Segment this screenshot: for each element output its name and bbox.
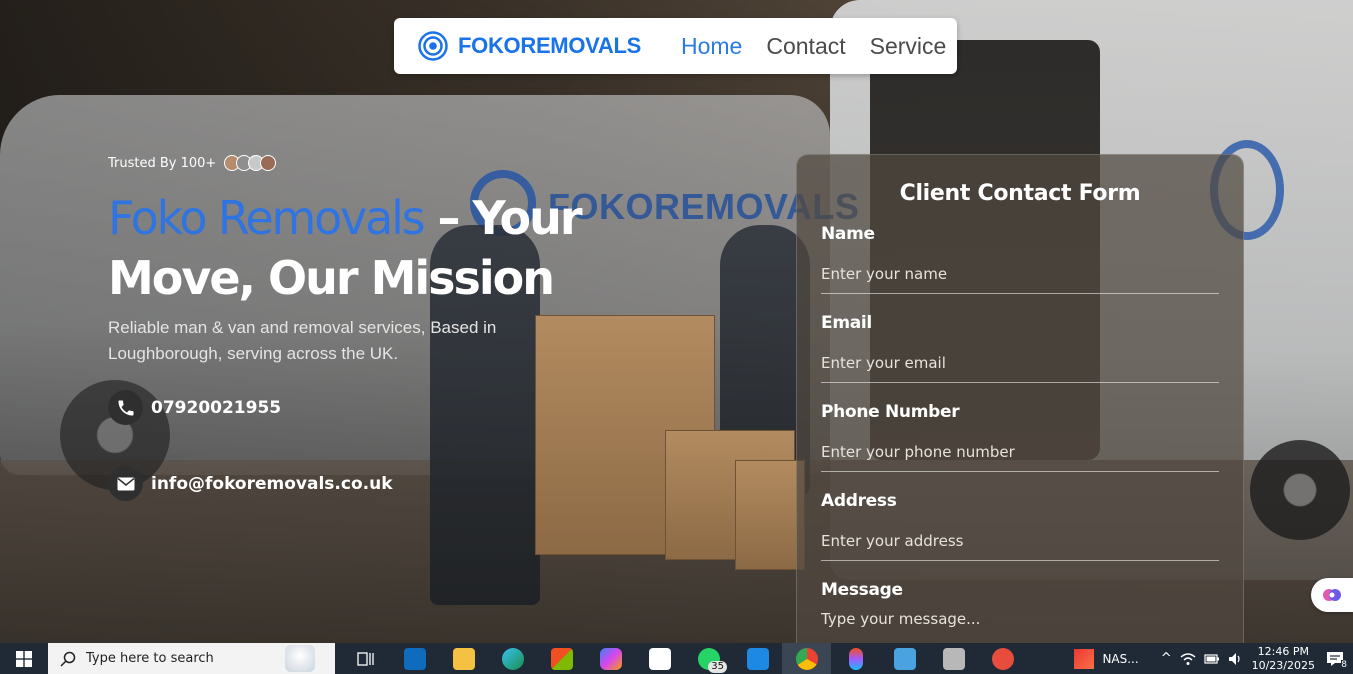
figma-button[interactable]	[831, 643, 880, 674]
outlook-button[interactable]	[390, 643, 439, 674]
snipping-tool-button[interactable]	[978, 643, 1027, 674]
address-label: Address	[821, 491, 897, 511]
assistant-floating-button[interactable]	[1311, 578, 1353, 612]
app-button[interactable]	[635, 643, 684, 674]
volume-icon[interactable]	[1228, 652, 1244, 666]
field-name: Name	[821, 224, 1219, 294]
phone-number: 07920021955	[151, 397, 282, 418]
headline-accent: Foko Removals	[108, 191, 426, 245]
vscode-icon	[746, 647, 769, 670]
field-address: Address	[821, 491, 1219, 561]
hero-headline: Foko Removals – Your Move, Our Mission	[108, 188, 588, 308]
snipping-tool-icon	[991, 647, 1014, 670]
email-label: Email	[821, 313, 872, 333]
file-explorer-button[interactable]	[439, 643, 488, 674]
package-button[interactable]	[929, 643, 978, 674]
email-address: info@fokoremovals.co.uk	[151, 473, 393, 494]
taskbar-apps: 35	[341, 643, 1027, 674]
email-input[interactable]	[821, 343, 1219, 383]
client-contact-form: Client Contact Form Name Email Phone Num…	[796, 154, 1244, 654]
wifi-icon[interactable]	[1180, 652, 1196, 666]
brand-name: FOKOREMOVALS	[458, 33, 641, 58]
mail-icon	[108, 466, 143, 501]
edge-icon	[501, 647, 524, 670]
copilot-icon	[599, 647, 622, 670]
windows-logo-icon	[16, 650, 32, 667]
notification-count: 8	[1341, 659, 1347, 670]
control-panel-icon	[893, 647, 916, 670]
notification-button[interactable]: 8	[1323, 647, 1347, 671]
nav-links: Home Contact Service	[681, 33, 946, 60]
control-panel-button[interactable]	[880, 643, 929, 674]
outlook-icon	[403, 647, 426, 670]
vscode-button[interactable]	[733, 643, 782, 674]
nas-app-icon[interactable]	[1074, 648, 1095, 669]
trusted-badge: Trusted By 100+	[108, 155, 277, 171]
app-icon	[648, 647, 671, 670]
whatsapp-badge: 35	[708, 661, 727, 673]
phone-input[interactable]	[821, 432, 1219, 472]
windows-taskbar: Type here to search 35 NAS... ^ 12:46 PM	[0, 643, 1353, 674]
phone-contact[interactable]: 07920021955	[108, 390, 281, 425]
van-wheel	[1250, 440, 1350, 540]
search-icon	[60, 651, 76, 667]
clock-date: 10/23/2025	[1251, 658, 1315, 672]
brain-icon	[1323, 589, 1341, 601]
address-input[interactable]	[821, 521, 1219, 561]
hero-subtitle: Reliable man & van and removal services,…	[108, 318, 497, 363]
package-icon	[942, 647, 965, 670]
customer-avatars	[224, 155, 277, 171]
taskbar-search[interactable]: Type here to search	[48, 643, 335, 674]
battery-icon[interactable]	[1203, 653, 1220, 665]
file-explorer-icon	[452, 647, 475, 670]
email-contact[interactable]: info@fokoremovals.co.uk	[108, 466, 393, 501]
chrome-icon	[795, 647, 818, 670]
nav-link-home[interactable]: Home	[681, 33, 742, 60]
edge-button[interactable]	[488, 643, 537, 674]
form-title: Client Contact Form	[899, 181, 1141, 206]
name-input[interactable]	[821, 254, 1219, 294]
chrome-button[interactable]	[782, 643, 831, 674]
message-label: Message	[821, 580, 903, 600]
phone-label: Phone Number	[821, 402, 960, 422]
chevron-up-icon[interactable]: ^	[1161, 651, 1172, 666]
clock[interactable]: 12:46 PM 10/23/2025	[1252, 645, 1315, 673]
copilot-button[interactable]	[586, 643, 635, 674]
store-icon	[550, 647, 573, 670]
field-phone: Phone Number	[821, 402, 1219, 472]
task-view-button[interactable]	[341, 643, 390, 674]
phone-icon	[108, 390, 143, 425]
search-placeholder: Type here to search	[86, 651, 214, 666]
task-view-icon	[356, 651, 374, 666]
brand-logo-icon	[418, 31, 448, 61]
figma-icon	[848, 647, 863, 670]
nav-link-service[interactable]: Service	[870, 33, 947, 60]
clock-time: 12:46 PM	[1257, 644, 1309, 658]
start-button[interactable]	[0, 643, 48, 674]
trusted-label: Trusted By 100+	[108, 155, 217, 171]
name-label: Name	[821, 224, 875, 244]
avatar	[260, 155, 277, 171]
store-button[interactable]	[537, 643, 586, 674]
navbar: FOKOREMOVALS Home Contact Service	[394, 18, 957, 74]
system-tray: NAS... ^ 12:46 PM 10/23/2025 8	[1074, 643, 1353, 674]
field-email: Email	[821, 313, 1219, 383]
cardboard-box	[735, 460, 805, 570]
brand[interactable]: FOKOREMOVALS	[418, 31, 641, 61]
nav-link-contact[interactable]: Contact	[766, 33, 845, 60]
whatsapp-button[interactable]: 35	[684, 643, 733, 674]
search-highlight-icon	[285, 645, 315, 672]
tray-app-label[interactable]: NAS...	[1102, 652, 1138, 666]
